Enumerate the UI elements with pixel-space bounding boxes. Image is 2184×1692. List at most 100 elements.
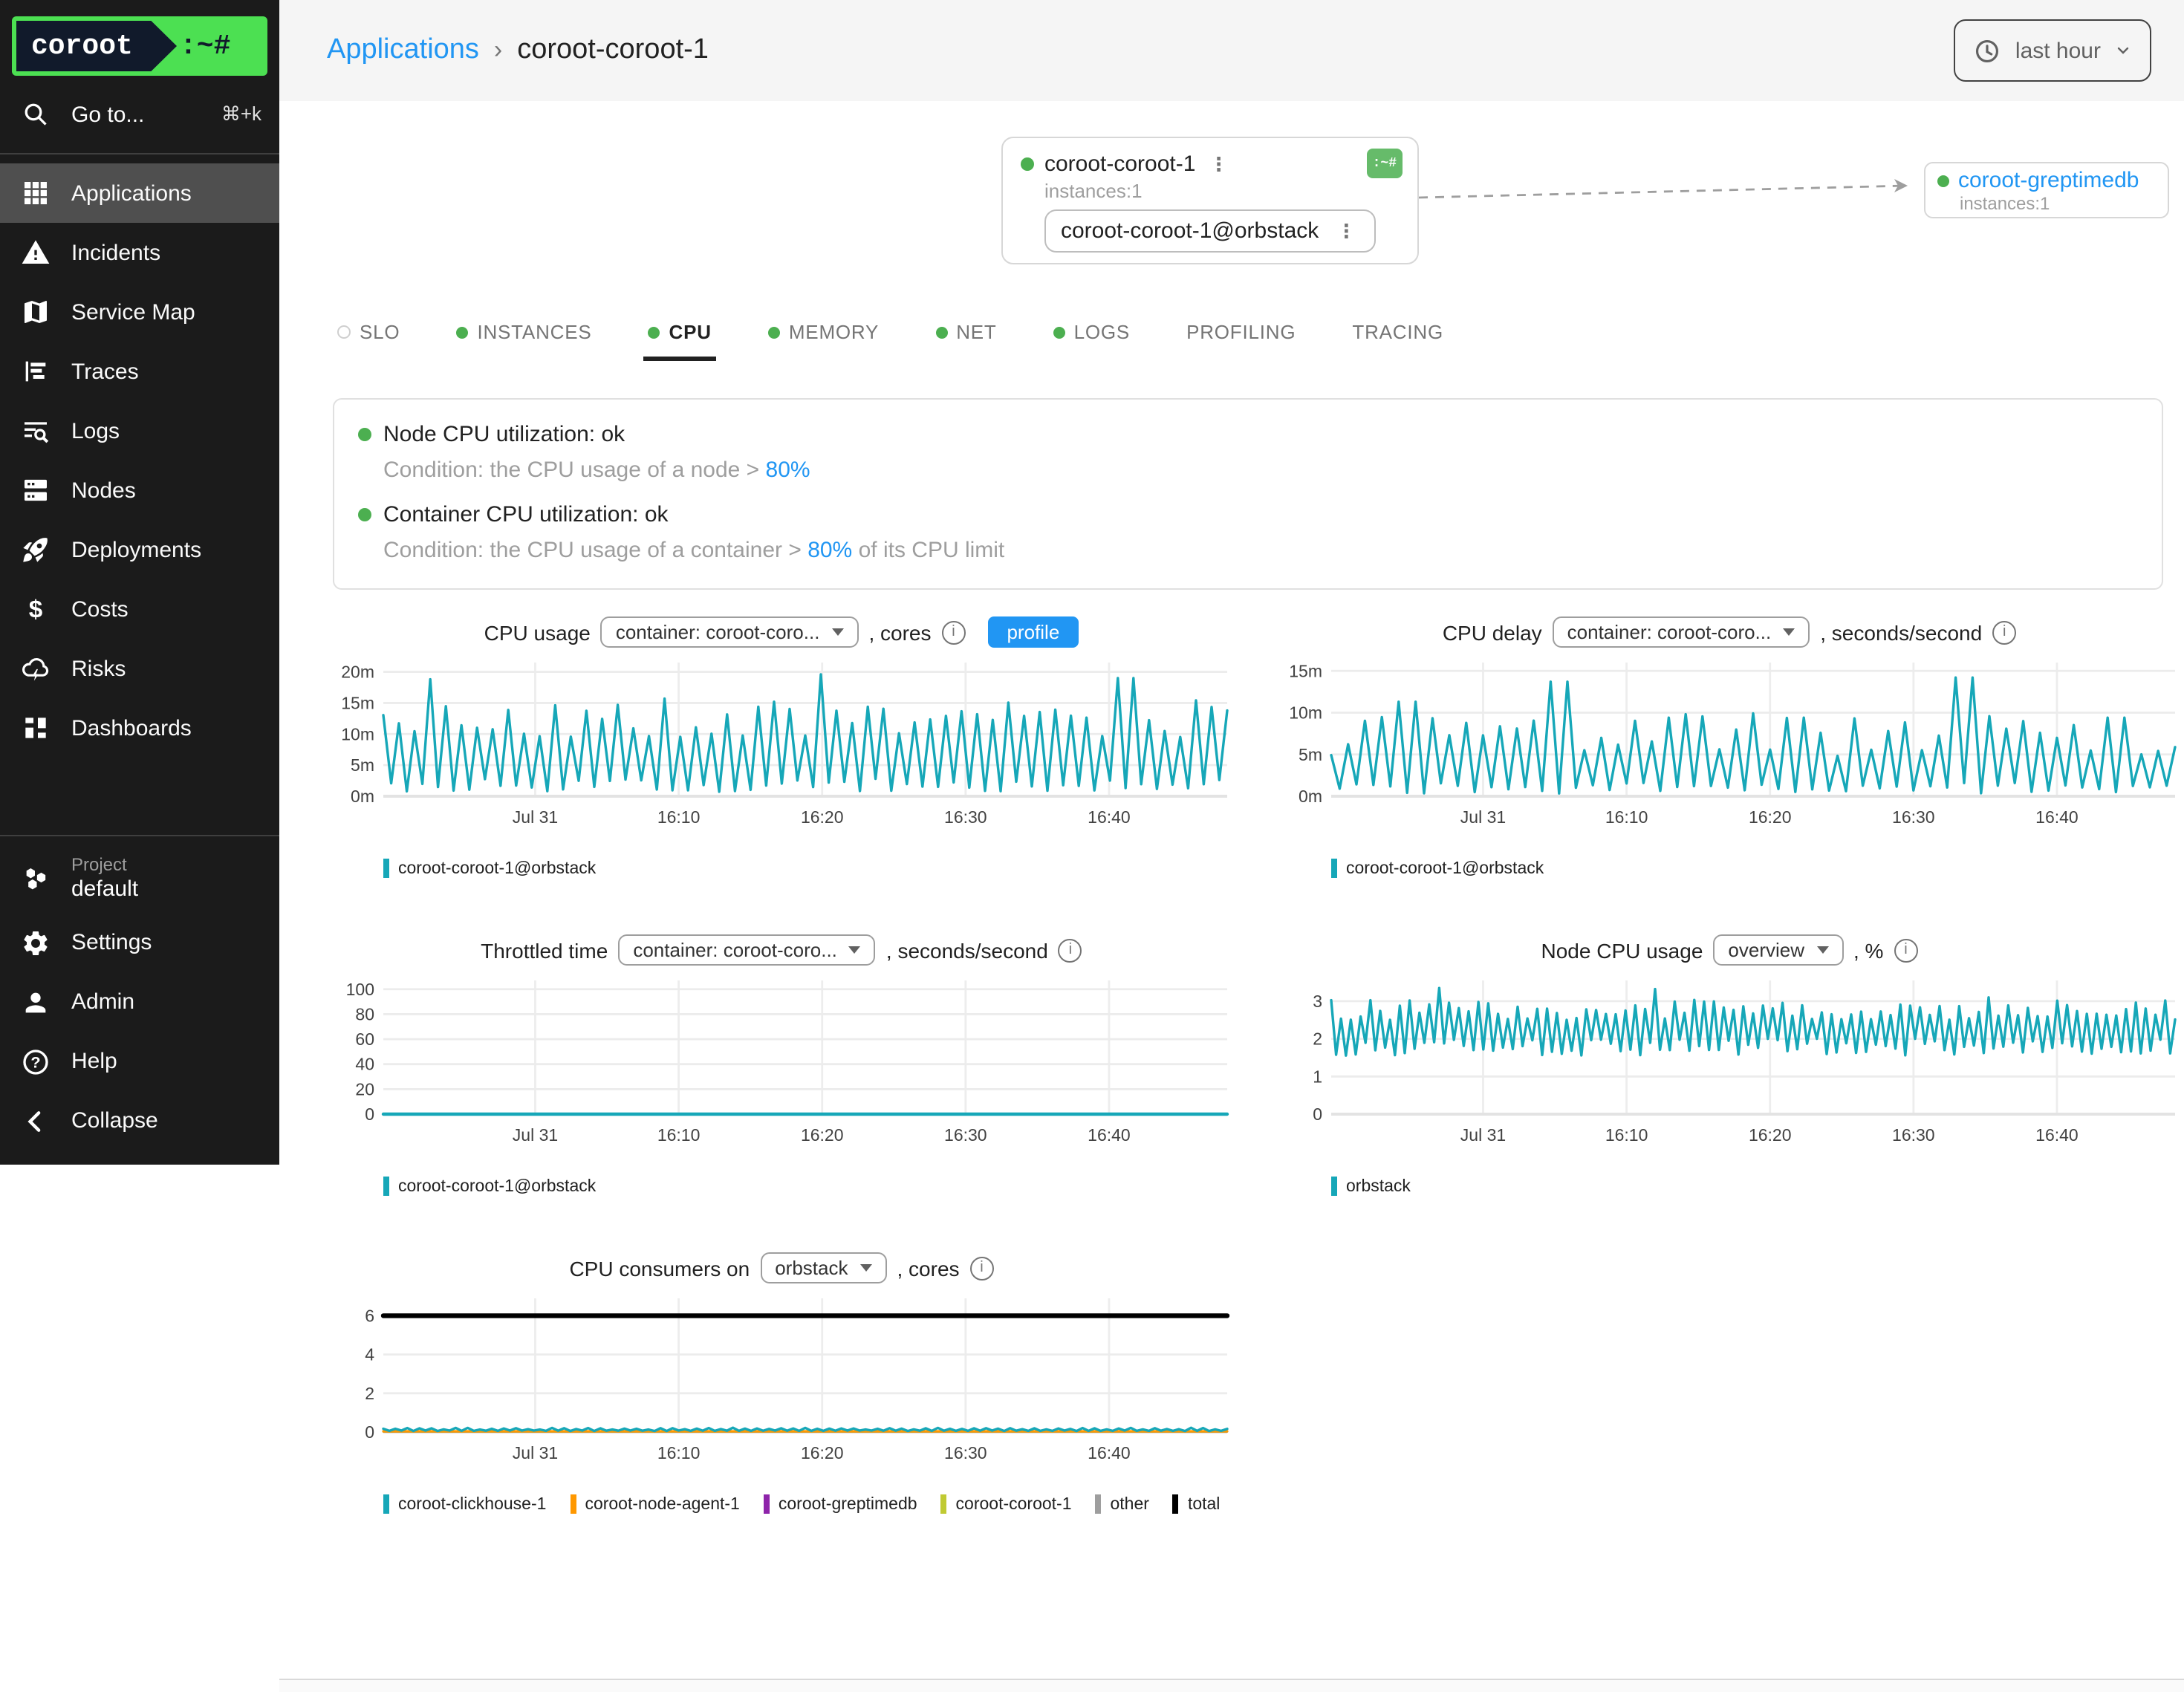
go-to-search[interactable]: Go to... ⌘+k (0, 85, 279, 144)
tab-logs[interactable]: LOGS (1049, 318, 1134, 357)
legend-swatch (383, 1494, 389, 1514)
chart-cpu-delay-selector[interactable]: container: coroot-coro... (1553, 616, 1810, 648)
svg-text:16:30: 16:30 (1892, 807, 1935, 827)
dependency-name[interactable]: coroot-greptimedb (1958, 168, 2139, 193)
chart-cpu-usage: CPU usagecontainer: coroot-coro..., core… (327, 616, 1236, 878)
warning-icon (21, 238, 51, 267)
tab-profiling[interactable]: PROFILING (1182, 318, 1300, 357)
tab-label: SLO (360, 321, 400, 343)
legend-item-other[interactable]: other (1096, 1494, 1149, 1514)
sidebar-item-dashboards[interactable]: Dashboards (0, 698, 279, 758)
tab-memory[interactable]: MEMORY (764, 318, 883, 357)
instance-pill[interactable]: coroot-coroot-1@orbstack ⋮ (1044, 209, 1375, 253)
sidebar-item-settings[interactable]: Settings (0, 914, 279, 973)
info-icon[interactable]: i (1059, 938, 1082, 962)
chart-node-cpu-usage-selector[interactable]: overview (1713, 934, 1843, 966)
svg-text:?: ? (30, 1052, 40, 1071)
chart-cpu-usage-legend: coroot-coroot-1@orbstack (383, 859, 1236, 878)
sidebar-item-costs[interactable]: $Costs (0, 579, 279, 639)
threshold-link[interactable]: 80% (766, 458, 810, 483)
kebab-menu-icon[interactable]: ⋮ (1206, 154, 1231, 173)
main-area: Applications › coroot-coroot-1 last hour… (279, 0, 2184, 1692)
chart-cpu-usage-canvas: Jul 3116:1016:2016:3016:4020m15m10m5m0m (327, 654, 1236, 847)
info-icon[interactable]: i (970, 1256, 994, 1280)
svg-text:4: 4 (365, 1345, 374, 1364)
chart-title-text: CPU consumers on (569, 1256, 750, 1280)
tab-slo[interactable]: SLO (333, 318, 404, 357)
search-icon (21, 100, 51, 129)
legend-item-coroot-node-agent-1[interactable]: coroot-node-agent-1 (570, 1494, 739, 1514)
chart-cpu-delay-title: CPU delaycontainer: coroot-coro..., seco… (1275, 616, 2184, 648)
chart-unit-text: , cores (868, 620, 931, 644)
tab-cpu[interactable]: CPU (644, 318, 716, 361)
tab-label: PROFILING (1186, 321, 1296, 343)
time-range-picker[interactable]: last hour (1954, 19, 2151, 82)
svg-text:16:20: 16:20 (1749, 807, 1792, 827)
info-icon[interactable]: i (1894, 938, 1917, 962)
svg-text:80: 80 (355, 1004, 374, 1024)
legend-label: coroot-coroot-1@orbstack (1346, 859, 1544, 877)
tab-tracing[interactable]: TRACING (1348, 318, 1448, 357)
svg-text:Jul 31: Jul 31 (513, 1125, 558, 1145)
sidebar-item-label: Deployments (71, 537, 201, 562)
caret-down-icon (849, 946, 861, 954)
chart-cpu-delay-canvas: Jul 3116:1016:2016:3016:4015m10m5m0m (1275, 654, 2184, 847)
breadcrumb-applications-link[interactable]: Applications (327, 34, 479, 67)
sidebar-item-admin[interactable]: Admin (0, 973, 279, 1032)
chart-node-cpu-usage-title: Node CPU usageoverview, %i (1275, 934, 2184, 966)
legend-item-coroot-clickhouse-1[interactable]: coroot-clickhouse-1 (383, 1494, 546, 1514)
legend-item-coroot-coroot-1[interactable]: coroot-coroot-1 (941, 1494, 1072, 1514)
info-icon[interactable]: i (1992, 620, 2016, 644)
sidebar-item-label: Service Map (71, 299, 195, 325)
svg-text:16:20: 16:20 (801, 807, 844, 827)
info-icon[interactable]: i (941, 620, 965, 644)
svg-text:10m: 10m (1289, 703, 1322, 723)
legend-label: coroot-coroot-1 (956, 1495, 1072, 1513)
legend-label: coroot-node-agent-1 (585, 1495, 739, 1513)
svg-text:15m: 15m (341, 693, 374, 712)
cloud-bolt-icon (21, 654, 51, 683)
sidebar-item-risks[interactable]: Risks (0, 639, 279, 698)
svg-text:100: 100 (346, 980, 374, 999)
legend-item-coroot-greptimedb[interactable]: coroot-greptimedb (764, 1494, 917, 1514)
top-bar: Applications › coroot-coroot-1 last hour (279, 0, 2184, 101)
chart-cpu-usage-selector[interactable]: container: coroot-coro... (601, 616, 859, 648)
legend-item-coroot-coroot-1-orbstack[interactable]: coroot-coroot-1@orbstack (1331, 859, 1544, 878)
sidebar-item-project[interactable]: Project default (0, 845, 279, 914)
chart-cpu-consumers-selector[interactable]: orbstack (760, 1252, 886, 1283)
chart-cpu-consumers: CPU consumers onorbstack, coresiJul 3116… (327, 1252, 1236, 1514)
breadcrumb-current: coroot-coroot-1 (517, 34, 709, 67)
svg-text:$: $ (29, 596, 43, 624)
coroot-logo[interactable]: coroot :~# (12, 16, 267, 76)
selector-value: container: coroot-coro... (1567, 621, 1772, 643)
sidebar-item-collapse[interactable]: Collapse (0, 1092, 279, 1151)
sidebar-item-service-map[interactable]: Service Map (0, 282, 279, 342)
tab-instances[interactable]: INSTANCES (452, 318, 596, 357)
sidebar-item-applications[interactable]: Applications (0, 163, 279, 223)
legend-item-total[interactable]: total (1173, 1494, 1221, 1514)
go-to-label: Go to... (71, 102, 201, 127)
app-node-name[interactable]: coroot-coroot-1 (1044, 151, 1195, 176)
sidebar-item-deployments[interactable]: Deployments (0, 520, 279, 579)
sidebar-item-incidents[interactable]: Incidents (0, 223, 279, 282)
chart-unit-text: , % (1853, 938, 1883, 962)
legend-swatch (570, 1494, 576, 1514)
threshold-link[interactable]: 80% (807, 538, 852, 563)
tab-net[interactable]: NET (931, 318, 1001, 357)
sidebar-item-help[interactable]: ?Help (0, 1032, 279, 1092)
dependency-connector-line (1419, 169, 1924, 214)
chart-throttled-time-selector[interactable]: container: coroot-coro... (618, 934, 876, 966)
legend-item-orbstack[interactable]: orbstack (1331, 1177, 1411, 1196)
kebab-menu-icon[interactable]: ⋮ (1333, 221, 1359, 241)
sidebar-item-traces[interactable]: Traces (0, 342, 279, 401)
profile-button[interactable]: profile (987, 616, 1079, 648)
legend-item-coroot-coroot-1-orbstack[interactable]: coroot-coroot-1@orbstack (383, 1177, 596, 1196)
sidebar-item-logs[interactable]: Logs (0, 401, 279, 461)
svg-text:16:40: 16:40 (2035, 1125, 2079, 1145)
terminal-badge[interactable]: :~# (1367, 149, 1403, 178)
traces-icon (21, 357, 51, 386)
svg-text:2: 2 (365, 1384, 374, 1403)
legend-swatch (941, 1494, 947, 1514)
sidebar-item-nodes[interactable]: Nodes (0, 461, 279, 520)
legend-item-coroot-coroot-1-orbstack[interactable]: coroot-coroot-1@orbstack (383, 859, 596, 878)
